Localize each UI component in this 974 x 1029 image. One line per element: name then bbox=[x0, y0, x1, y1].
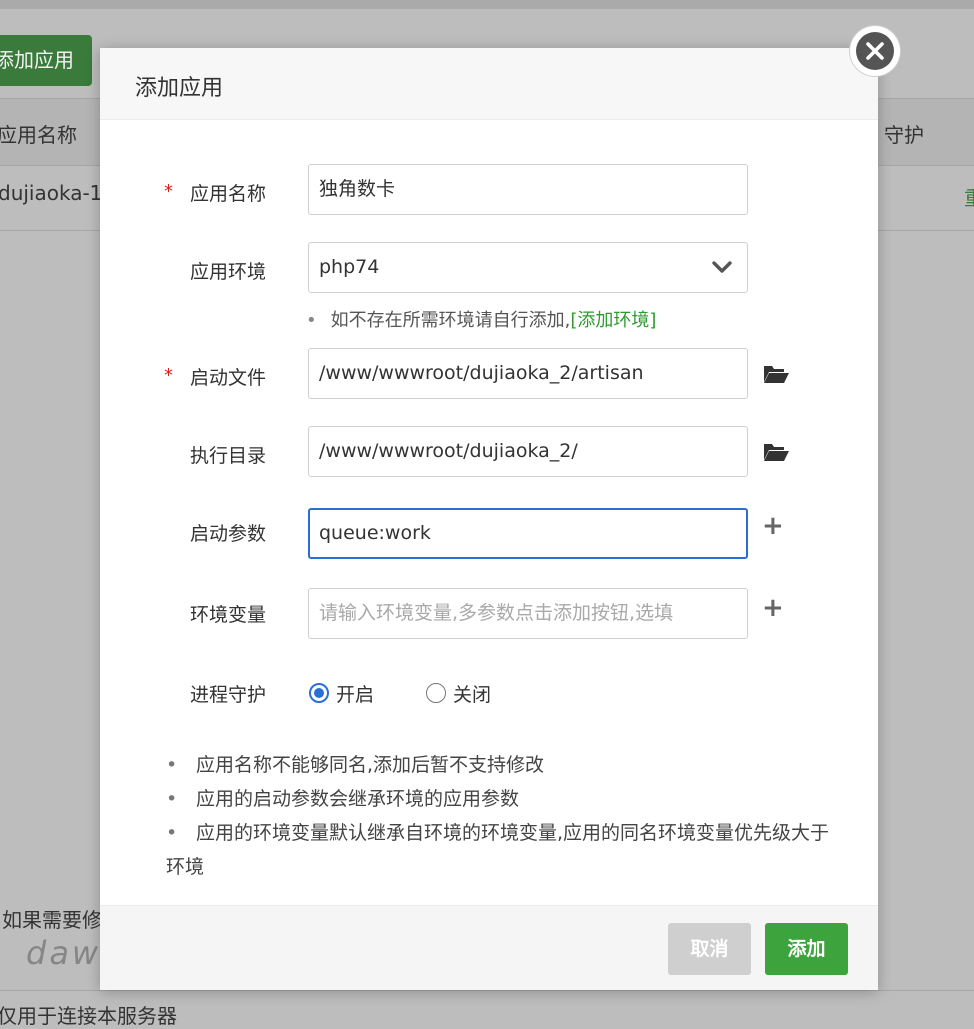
note-text: 应用的启动参数会继承环境的应用参数 bbox=[196, 788, 520, 810]
app-env-value: php74 bbox=[319, 256, 380, 278]
env-hint: • 如不存在所需环境请自行添加,[添加环境] bbox=[306, 306, 656, 332]
add-env-link[interactable]: [添加环境] bbox=[570, 310, 656, 331]
app-name-label: 应用名称 bbox=[190, 183, 267, 205]
app-name-value: 独角数卡 bbox=[319, 178, 396, 200]
bullet-icon: • bbox=[306, 310, 317, 331]
env-hint-text: 如不存在所需环境请自行添加, bbox=[330, 310, 571, 331]
page-top-bar bbox=[0, 0, 974, 9]
add-app-dialog: 添加应用 * 应用名称 独角数卡 应用环境 php74 • 如不存在所需环境请自行… bbox=[100, 48, 878, 990]
plus-icon[interactable]: + bbox=[762, 511, 784, 541]
note-item: • 应用的启动参数会继承环境的应用参数 bbox=[166, 782, 846, 816]
start-args-label: 启动参数 bbox=[190, 523, 267, 545]
required-marker: * bbox=[164, 365, 173, 386]
start-file-value: /www/wwwroot/dujiaoka_2/artisan bbox=[319, 362, 644, 384]
exec-dir-label: 执行目录 bbox=[190, 445, 267, 467]
required-marker: * bbox=[164, 181, 173, 202]
daemon-off-label[interactable]: 关闭 bbox=[453, 680, 491, 707]
plus-icon[interactable]: + bbox=[762, 593, 784, 623]
exec-dir-input[interactable]: /www/wwwroot/dujiaoka_2/ bbox=[308, 426, 748, 477]
dialog-footer: 取消 添加 bbox=[100, 905, 878, 990]
env-vars-input[interactable]: 请输入环境变量,多参数点击添加按钮,选填 bbox=[308, 588, 748, 639]
cancel-button[interactable]: 取消 bbox=[668, 923, 751, 975]
dialog-header: 添加应用 bbox=[100, 48, 878, 120]
bg-note-text: 如果需要修 bbox=[2, 908, 102, 932]
add-button[interactable]: 添加 bbox=[765, 923, 848, 975]
dialog-title: 添加应用 bbox=[135, 76, 224, 101]
close-icon[interactable] bbox=[856, 32, 894, 70]
start-args-value: queue:work bbox=[319, 522, 431, 544]
daemon-off-radio[interactable] bbox=[426, 683, 446, 703]
dialog-notes: • 应用名称不能够同名,添加后暂不支持修改 • 应用的启动参数会继承环境的应用参数 … bbox=[166, 748, 846, 884]
app-env-select[interactable]: php74 bbox=[308, 242, 748, 293]
bg-footer-text: 仅用于连接本服务器 bbox=[0, 1004, 177, 1028]
start-file-label: 启动文件 bbox=[190, 367, 267, 389]
daemon-on-label[interactable]: 开启 bbox=[336, 680, 374, 707]
note-text: 应用名称不能够同名,添加后暂不支持修改 bbox=[196, 754, 545, 776]
start-file-input[interactable]: /www/wwwroot/dujiaoka_2/artisan bbox=[308, 348, 748, 399]
bg-add-app-button: 添加应用 bbox=[0, 35, 92, 86]
note-item: • 应用的环境变量默认继承自环境的环境变量,应用的同名环境变量优先级大于环境 bbox=[166, 816, 846, 884]
start-args-input[interactable]: queue:work bbox=[308, 508, 748, 559]
bg-column-guard: 守护 bbox=[884, 123, 924, 147]
env-vars-label: 环境变量 bbox=[190, 604, 267, 626]
app-name-input[interactable]: 独角数卡 bbox=[308, 164, 748, 215]
bg-divider bbox=[0, 990, 974, 991]
close-dialog-button[interactable] bbox=[850, 26, 900, 76]
folder-open-icon[interactable] bbox=[762, 362, 790, 386]
chevron-down-icon bbox=[712, 261, 732, 273]
env-vars-placeholder: 请输入环境变量,多参数点击添加按钮,选填 bbox=[319, 602, 674, 624]
bullet-icon: • bbox=[166, 754, 178, 776]
bg-column-app-name: 应用名称 bbox=[0, 123, 77, 147]
bg-row-action: 重 bbox=[964, 182, 974, 211]
close-icon-glyph bbox=[866, 42, 884, 60]
daemon-on-radio[interactable] bbox=[309, 683, 329, 703]
folder-open-icon[interactable] bbox=[762, 440, 790, 464]
app-env-label: 应用环境 bbox=[190, 261, 267, 283]
bullet-icon: • bbox=[166, 788, 178, 810]
note-item: • 应用名称不能够同名,添加后暂不支持修改 bbox=[166, 748, 846, 782]
exec-dir-value: /www/wwwroot/dujiaoka_2/ bbox=[319, 440, 578, 462]
daemon-label: 进程守护 bbox=[190, 684, 267, 706]
bullet-icon: • bbox=[166, 822, 178, 844]
note-text: 应用的环境变量默认继承自环境的环境变量,应用的同名环境变量优先级大于环境 bbox=[166, 822, 830, 878]
bg-row-app-name: dujiaoka-1 bbox=[0, 181, 103, 205]
